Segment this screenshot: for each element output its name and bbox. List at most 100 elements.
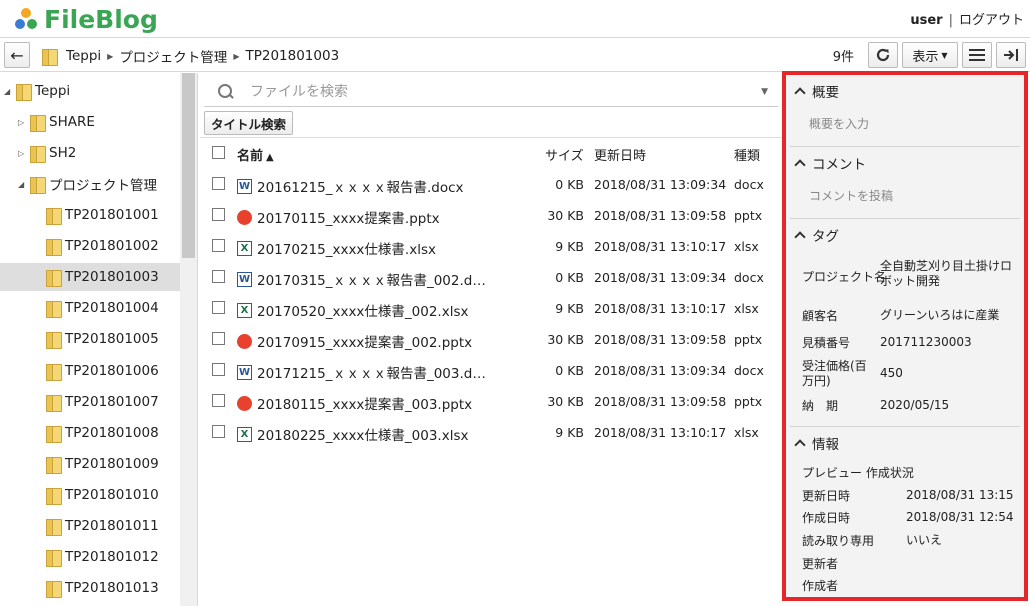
- overview-input[interactable]: 概要を入力: [809, 115, 869, 132]
- file-name[interactable]: 20170315_ｘｘｘｘ報告書_002.d…: [257, 269, 486, 289]
- row-checkbox[interactable]: [212, 177, 225, 190]
- scrollbar-thumb[interactable]: [182, 73, 195, 258]
- row-checkbox[interactable]: [212, 394, 225, 407]
- tree-node-folder[interactable]: TP201801006: [0, 357, 181, 385]
- breadcrumb-item[interactable]: TP201801003: [245, 48, 339, 64]
- column-updated-header[interactable]: 更新日時: [594, 145, 646, 164]
- back-button[interactable]: ←: [4, 42, 30, 68]
- file-row[interactable]: 20180115_xxxx提案書_003.pptx 30 KB 2018/08/…: [200, 386, 782, 417]
- row-checkbox[interactable]: [212, 270, 225, 283]
- file-row[interactable]: X 20180225_xxxx仕様書_003.xlsx 9 KB 2018/08/…: [200, 417, 782, 448]
- folder-icon: [46, 549, 62, 567]
- tree-node-folder[interactable]: TP201801001: [0, 201, 181, 229]
- row-checkbox[interactable]: [212, 332, 225, 345]
- tree-node-share[interactable]: ▷ SHARE: [0, 108, 181, 136]
- app-logo[interactable]: FileBlog: [14, 4, 158, 34]
- logout-link[interactable]: ログアウト: [959, 13, 1024, 28]
- tree-node-label: TP201801013: [65, 580, 159, 596]
- tree-node-folder[interactable]: TP201801012: [0, 543, 181, 571]
- breadcrumb-item[interactable]: Teppi: [66, 48, 101, 64]
- section-title: タグ: [812, 229, 839, 245]
- breadcrumb-item[interactable]: プロジェクト管理: [119, 46, 227, 66]
- tree-node-label: TP201801010: [65, 487, 159, 503]
- header-separator: |: [948, 13, 953, 28]
- tree-node-folder[interactable]: TP201801007: [0, 388, 181, 416]
- column-size-header[interactable]: サイズ: [545, 145, 584, 164]
- file-row[interactable]: W 20170315_ｘｘｘｘ報告書_002.d… 0 KB 2018/08/31…: [200, 262, 782, 293]
- tree-node-folder[interactable]: TP201801013: [0, 574, 181, 602]
- tree-node-folder[interactable]: TP201801008: [0, 419, 181, 447]
- file-name[interactable]: 20180115_xxxx提案書_003.pptx: [257, 393, 472, 413]
- overview-section-header[interactable]: 概要: [794, 81, 839, 101]
- row-checkbox[interactable]: [212, 208, 225, 221]
- file-row[interactable]: X 20170520_xxxx仕様書_002.xlsx 9 KB 2018/08/…: [200, 293, 782, 324]
- search-options-icon[interactable]: ▼: [761, 87, 768, 97]
- collapse-icon[interactable]: ▷: [18, 149, 30, 158]
- file-name[interactable]: 20161215_ｘｘｘｘ報告書.docx: [257, 176, 464, 196]
- tree-node-label: TP201801011: [65, 518, 159, 534]
- menu-button[interactable]: [962, 42, 992, 68]
- tree-scrollbar[interactable]: [180, 73, 197, 606]
- tree-node-sh2[interactable]: ▷ SH2: [0, 139, 181, 167]
- info-value: いいえ: [906, 533, 943, 547]
- tree-node-folder[interactable]: TP201801005: [0, 325, 181, 353]
- file-name[interactable]: 20170915_xxxx提案書_002.pptx: [257, 331, 472, 351]
- tree-node-teppi[interactable]: ◢ Teppi: [0, 77, 181, 105]
- tree-node-folder[interactable]: TP201801002: [0, 232, 181, 260]
- expand-icon[interactable]: ◢: [4, 87, 16, 96]
- row-checkbox[interactable]: [212, 301, 225, 314]
- view-dropdown[interactable]: 表示 ▼: [902, 42, 958, 68]
- comment-input[interactable]: コメントを投稿: [809, 187, 893, 204]
- toggle-panel-button[interactable]: [996, 42, 1026, 68]
- file-name[interactable]: 20170115_xxxx提案書.pptx: [257, 207, 440, 227]
- file-size: 0 KB: [555, 177, 584, 192]
- file-name[interactable]: 20170520_xxxx仕様書_002.xlsx: [257, 300, 469, 320]
- tree-node-folder[interactable]: TP201801010: [0, 481, 181, 509]
- comment-section-header[interactable]: コメント: [794, 153, 866, 173]
- tag-label: 見積番号: [802, 336, 851, 350]
- tags-section-header[interactable]: タグ: [794, 225, 839, 245]
- tree-node-project[interactable]: ◢ プロジェクト管理: [0, 170, 181, 198]
- row-checkbox[interactable]: [212, 425, 225, 438]
- expand-icon[interactable]: ◢: [18, 180, 30, 189]
- file-row[interactable]: W 20161215_ｘｘｘｘ報告書.docx 0 KB 2018/08/31 1…: [200, 169, 782, 200]
- folder-icon: [46, 331, 62, 349]
- tag-label: 受注価格(百万円): [802, 359, 867, 388]
- folder-icon: [46, 580, 62, 598]
- file-name[interactable]: 20171215_ｘｘｘｘ報告書_003.d…: [257, 362, 486, 382]
- powerpoint-file-icon: [237, 209, 252, 225]
- info-section-header[interactable]: 情報: [794, 433, 839, 453]
- tree-node-label: プロジェクト管理: [49, 178, 157, 194]
- file-updated: 2018/08/31 13:09:34: [594, 270, 727, 285]
- user-name[interactable]: user: [910, 13, 942, 28]
- title-search-button[interactable]: タイトル検索: [204, 111, 294, 135]
- file-row[interactable]: 20170915_xxxx提案書_002.pptx 30 KB 2018/08/…: [200, 324, 782, 355]
- row-checkbox[interactable]: [212, 239, 225, 252]
- refresh-button[interactable]: [868, 42, 898, 68]
- row-checkbox[interactable]: [212, 363, 225, 376]
- section-title: 概要: [812, 85, 839, 101]
- file-row[interactable]: X 20170215_xxxx仕様書.xlsx 9 KB 2018/08/31 1…: [200, 231, 782, 262]
- file-type: xlsx: [734, 301, 759, 316]
- tree-node-folder[interactable]: TP201801004: [0, 294, 181, 322]
- search-input[interactable]: [248, 82, 728, 101]
- tree-node-folder[interactable]: TP201801009: [0, 450, 181, 478]
- collapse-icon[interactable]: ▷: [18, 118, 30, 127]
- column-name-header[interactable]: 名前 ▲: [237, 145, 274, 164]
- select-all-checkbox[interactable]: [212, 146, 225, 159]
- file-name[interactable]: 20180225_xxxx仕様書_003.xlsx: [257, 424, 469, 444]
- tree-node-label: TP201801002: [65, 238, 159, 254]
- file-size: 9 KB: [555, 239, 584, 254]
- file-row[interactable]: 20170115_xxxx提案書.pptx 30 KB 2018/08/31 1…: [200, 200, 782, 231]
- tag-value: 450: [880, 366, 903, 380]
- file-row[interactable]: W 20171215_ｘｘｘｘ報告書_003.d… 0 KB 2018/08/31…: [200, 355, 782, 386]
- file-name[interactable]: 20170215_xxxx仕様書.xlsx: [257, 238, 436, 258]
- tree-node-label: Teppi: [35, 83, 71, 99]
- word-file-icon: W: [237, 364, 252, 380]
- tag-value: グリーンいろはに産業: [880, 308, 1000, 322]
- info-label: 更新日時: [802, 489, 851, 503]
- tree-node-folder-selected[interactable]: TP201801003: [0, 263, 181, 291]
- tree-node-label: SHARE: [49, 114, 95, 130]
- column-type-header[interactable]: 種類: [734, 145, 760, 164]
- tree-node-folder[interactable]: TP201801011: [0, 512, 181, 540]
